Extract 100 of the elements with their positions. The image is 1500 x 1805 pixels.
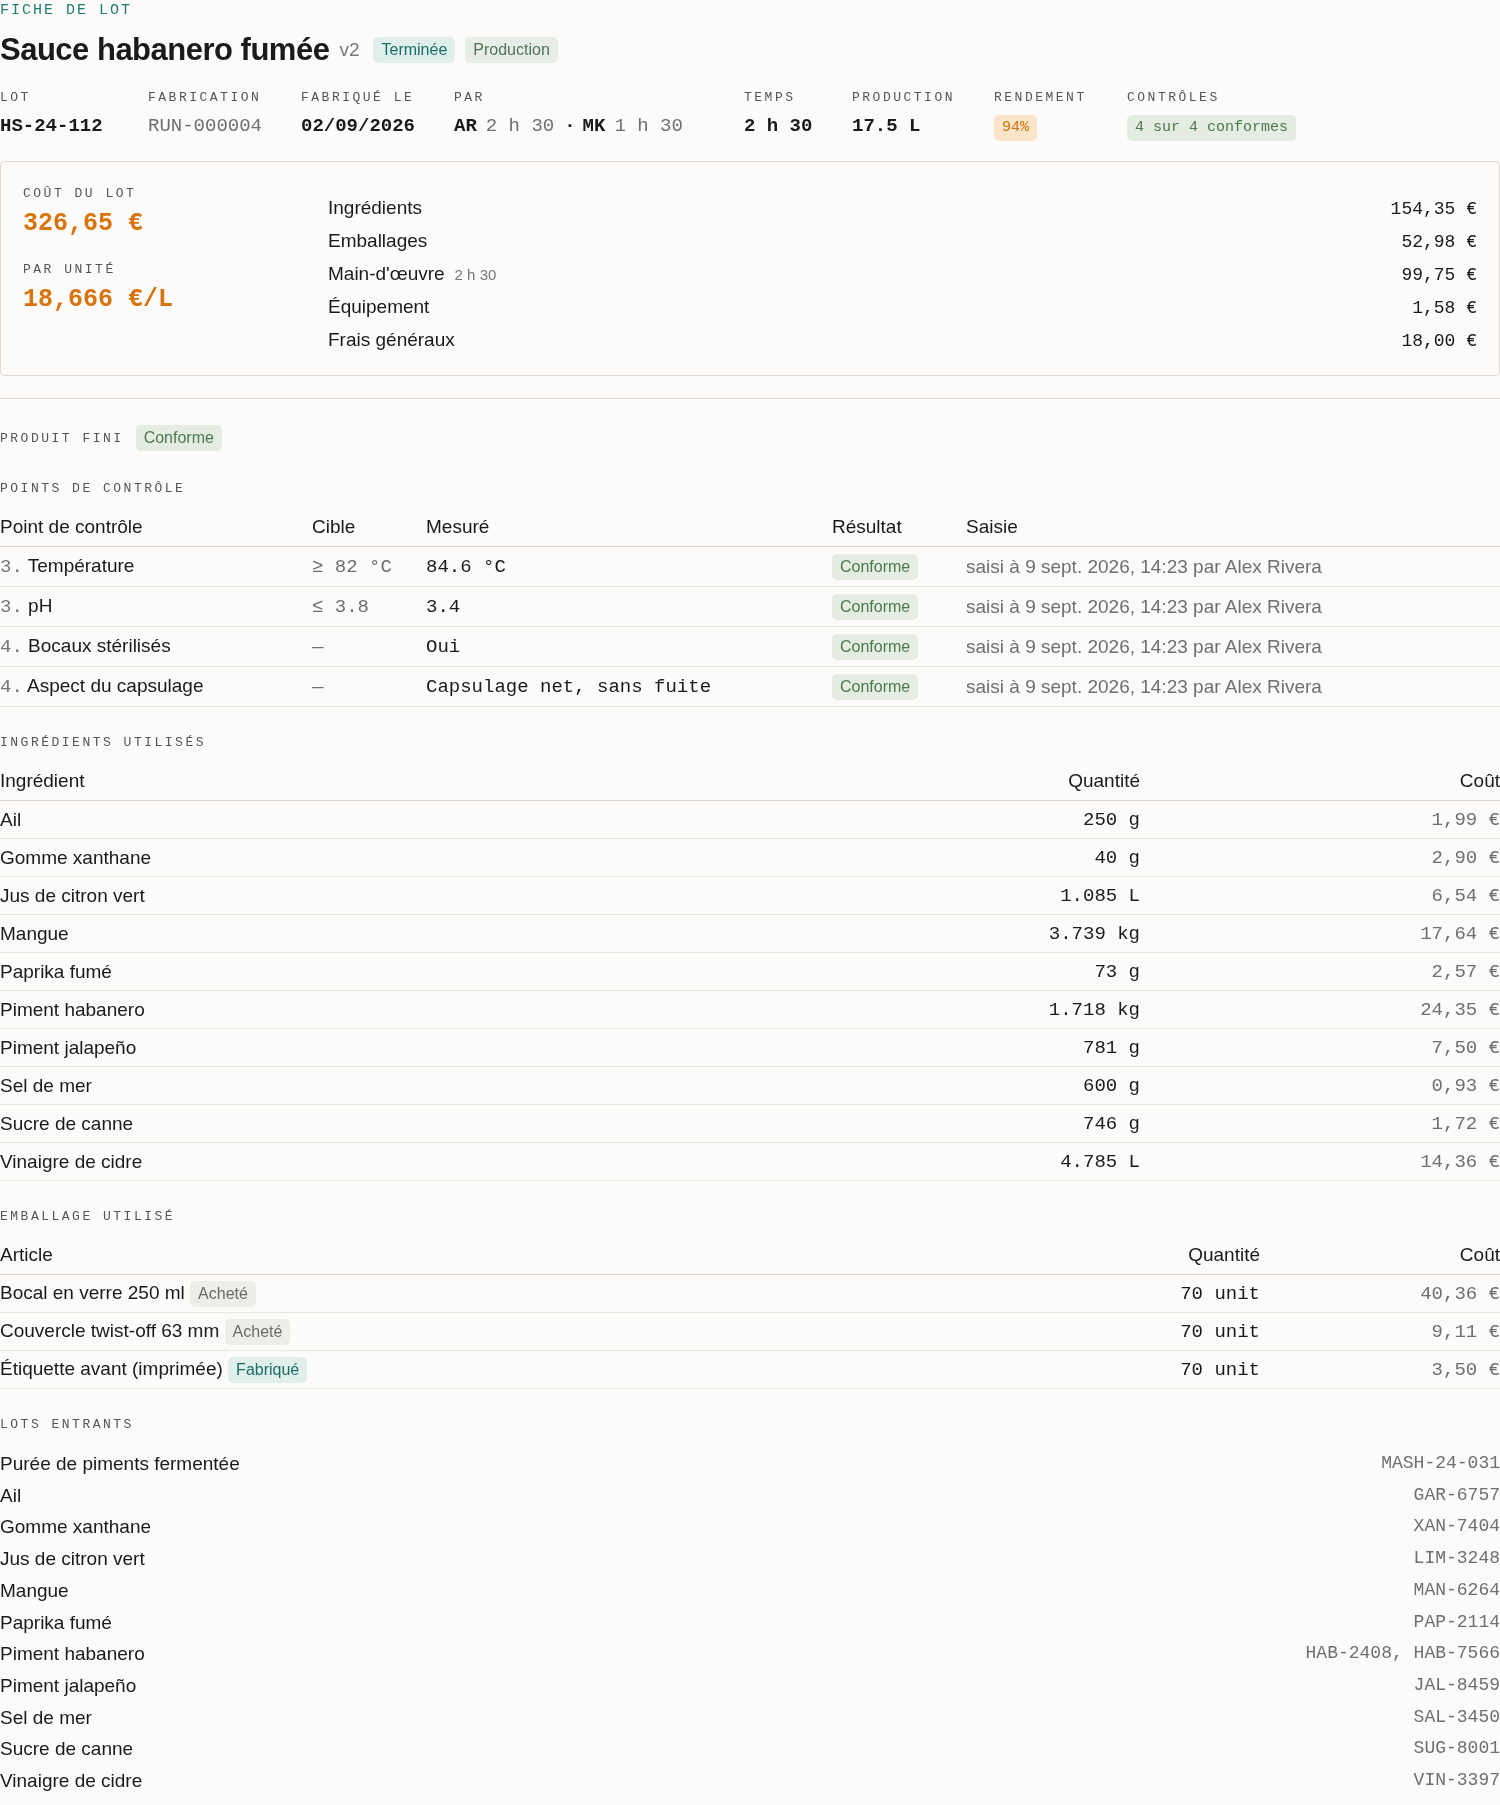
input-name: Sucre de canne (0, 1737, 134, 1762)
cost-value: 40,36 € (1420, 1282, 1500, 1305)
cost-value: 3,50 € (1431, 1358, 1500, 1381)
meta-label: PRODUCTION (852, 90, 956, 105)
step-number: 4. (0, 636, 23, 658)
result-tag: Conforme (832, 553, 919, 580)
section-label: EMBALLAGE UTILISÉ (0, 1209, 177, 1224)
quantity-value: 746 g (1083, 1112, 1140, 1135)
lot-codes: MASH-24-031 (1381, 1452, 1500, 1475)
operator-time: 2 h 30 (485, 114, 555, 138)
separator-dot: · (567, 114, 574, 138)
input-name: Sel de mer (0, 1705, 92, 1730)
column-header: Quantité (840, 770, 1140, 801)
result-tag: Conforme (832, 633, 919, 660)
cost-label: COÛT DU LOT (23, 186, 138, 201)
column-header: Résultat (832, 516, 966, 547)
section-label: LOTS ENTRANTS (0, 1417, 135, 1432)
cost-line-label: Emballages (328, 229, 428, 253)
entry-info: saisi à 9 sept. 2026, 14:23 par Alex Rivera (966, 555, 1322, 577)
measured-value: 3.4 (426, 595, 461, 618)
cost-line-amount: 154,35 € (1390, 198, 1477, 221)
step-number: 3. (0, 596, 23, 618)
section-label: PRODUIT FINI (0, 430, 124, 446)
section-label: POINTS DE CONTRÔLE (0, 481, 187, 496)
input-name: Jus de citron vert (0, 1547, 145, 1572)
lot-codes: HAB-2408, HAB-7566 (1305, 1642, 1500, 1666)
cost-value: 24,35 € (1420, 998, 1500, 1021)
operator-initials: MK (582, 114, 606, 138)
column-header: Mesuré (426, 516, 832, 547)
meta-value: HS-24-112 (0, 114, 104, 138)
cost-line-amount: 1,58 € (1412, 297, 1477, 320)
lot-codes: SUG-8001 (1413, 1737, 1500, 1761)
cost-line-note: 2 h 30 (454, 265, 497, 285)
step-number: 4. (0, 676, 23, 698)
quantity-value: 4.785 L (1060, 1150, 1140, 1173)
checkpoint-name: Température (27, 555, 135, 576)
input-name: Paprika fumé (0, 1610, 112, 1635)
ingredient-name: Piment habanero (0, 998, 145, 1020)
status-tag: Production (465, 37, 558, 63)
quantity-value: 1.085 L (1060, 884, 1140, 907)
target-value: ≤ 3.8 (312, 595, 369, 618)
unit-cost-label: PAR UNITÉ (23, 262, 117, 277)
checkpoint-name: Aspect du capsulage (27, 675, 204, 696)
cost-line-label: Ingrédients (328, 196, 422, 220)
cost-value: 7,50 € (1431, 1036, 1500, 1059)
quantity-value: 73 g (1094, 960, 1140, 983)
cost-value: 0,93 € (1431, 1074, 1500, 1097)
cost-value: 2,90 € (1431, 846, 1500, 869)
meta-label: RENDEMENT (994, 90, 1088, 105)
meta-tag: 94% (994, 115, 1037, 141)
target-value: ≥ 82 °C (312, 555, 392, 578)
entry-info: saisi à 9 sept. 2026, 14:23 par Alex Rivera (966, 675, 1322, 697)
cost-value: 9,11 € (1431, 1320, 1500, 1343)
ingredient-name: Sel de mer (0, 1074, 92, 1096)
cost-value: 14,36 € (1420, 1150, 1500, 1173)
entry-info: saisi à 9 sept. 2026, 14:23 par Alex Rivera (966, 595, 1322, 617)
operator-initials: AR (454, 114, 477, 138)
cost-line-label: Frais généraux (328, 328, 455, 352)
quantity-value: 600 g (1083, 1074, 1140, 1097)
quantity-value: 1.718 kg (1048, 998, 1140, 1021)
lot-codes: VIN-3397 (1413, 1769, 1500, 1793)
checkpoint-name: Bocaux stérilisés (28, 635, 171, 656)
meta-value: 17.5 L (852, 114, 922, 138)
total-cost: 326,65 € (23, 209, 145, 238)
article-name: Étiquette avant (imprimée) (0, 1357, 223, 1379)
cost-line-amount: 18,00 € (1401, 330, 1477, 353)
quantity-value: 3.739 kg (1048, 922, 1140, 945)
checkpoint-name: pH (28, 595, 53, 616)
column-header: Coût (1140, 770, 1500, 801)
ingredient-name: Vinaigre de cidre (0, 1150, 143, 1172)
measured-value: Oui (426, 635, 461, 658)
ingredient-name: Paprika fumé (0, 960, 112, 982)
meta-label: PAR (454, 90, 486, 105)
cost-value: 1,72 € (1431, 1112, 1500, 1135)
status-tag: Terminée (373, 37, 456, 63)
lot-codes: MAN-6264 (1413, 1578, 1500, 1602)
measured-value: Capsulage net, sans fuite (426, 675, 712, 698)
lot-codes: JAL-8459 (1413, 1673, 1500, 1697)
result-tag: Conforme (832, 593, 919, 620)
ingredient-name: Piment jalapeño (0, 1036, 137, 1058)
lot-codes: SAL-3450 (1413, 1705, 1500, 1729)
column-header: Quantité (960, 1244, 1260, 1275)
column-header: Point de contrôle (0, 516, 312, 547)
quantity-value: 70 unit (1180, 1358, 1260, 1381)
cost-value: 17,64 € (1420, 922, 1500, 945)
column-header: Article (0, 1244, 960, 1275)
quantity-value: 781 g (1083, 1036, 1140, 1059)
step-number: 3. (0, 556, 23, 578)
cost-line-amount: 52,98 € (1401, 231, 1477, 254)
column-header: Ingrédient (0, 770, 840, 801)
ingredient-name: Sucre de canne (0, 1112, 134, 1134)
column-header: Cible (312, 516, 426, 547)
section-label: INGRÉDIENTS UTILISÉS (0, 735, 208, 750)
ingredient-name: Mangue (0, 922, 69, 944)
meta-value: 02/09/2026 (301, 114, 417, 138)
quantity-value: 70 unit (1180, 1320, 1260, 1343)
quantity-value: 40 g (1094, 846, 1140, 869)
batch-title: Sauce habanero fumée (0, 32, 330, 68)
meta-label: TEMPS (744, 90, 797, 105)
column-header: Coût (1260, 1244, 1500, 1275)
